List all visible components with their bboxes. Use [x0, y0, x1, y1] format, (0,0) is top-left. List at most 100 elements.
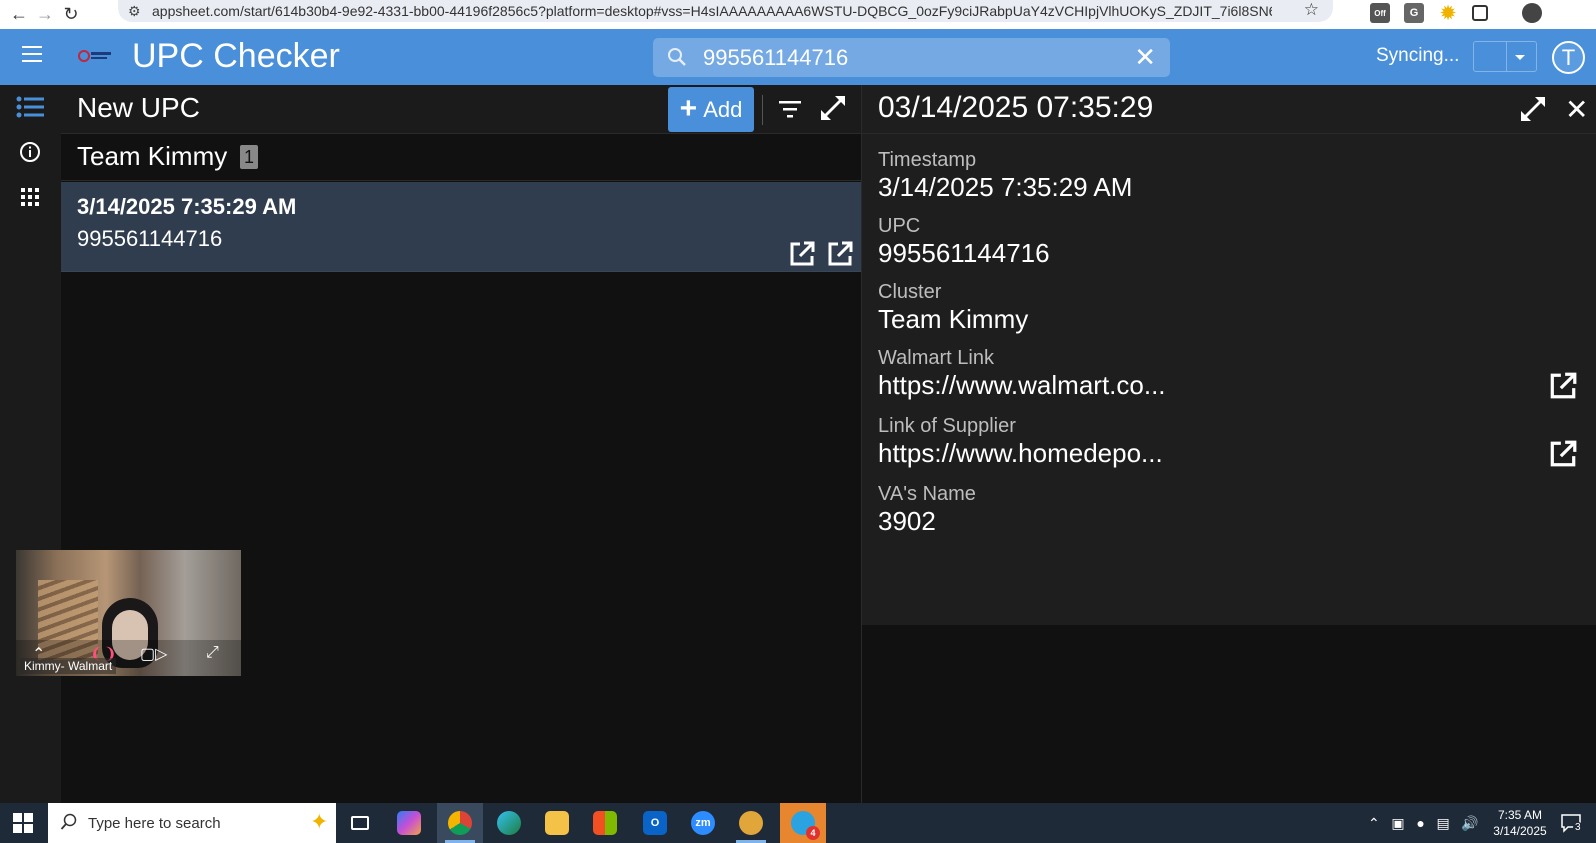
- file-explorer-icon[interactable]: [534, 803, 580, 843]
- rail-item-info[interactable]: [13, 135, 47, 169]
- add-button[interactable]: + Add: [668, 87, 754, 132]
- field-walmart-link[interactable]: Walmart Link https://www.walmart.co...: [878, 347, 1578, 401]
- list-panel: New UPC + Add Team Kimmy 1 3/14/2025 7:3…: [61, 85, 861, 803]
- network-icon[interactable]: ▤: [1436, 815, 1449, 831]
- field-value[interactable]: https://www.walmart.co...: [878, 369, 1578, 401]
- clock-date: 3/14/2025: [1493, 824, 1547, 838]
- field-label: Timestamp: [878, 149, 977, 171]
- group-count-badge: 1: [240, 145, 259, 169]
- row-timestamp: 3/14/2025 7:35:29 AM: [77, 194, 297, 219]
- search-icon: [668, 48, 686, 66]
- detail-card: 03/14/2025 07:35:29 ✕ Timestamp 3/14/202…: [862, 85, 1596, 625]
- group-title: Team Kimmy: [77, 141, 228, 171]
- zoom-icon[interactable]: zm: [680, 803, 726, 843]
- fullscreen-icon[interactable]: ⤢: [206, 644, 219, 662]
- copilot-sparkle-icon[interactable]: ✦: [310, 809, 328, 835]
- microsoft-store-icon[interactable]: [582, 803, 628, 843]
- field-supplier-link[interactable]: Link of Supplier https://www.homedepo...: [878, 415, 1578, 469]
- field-value: 3/14/2025 7:35:29 AM: [878, 172, 1133, 202]
- forward-arrow-icon[interactable]: →: [32, 0, 58, 29]
- field-label: Link of Supplier: [878, 415, 1016, 437]
- field-label: Cluster: [878, 281, 942, 303]
- filter-icon[interactable]: [778, 98, 802, 120]
- task-view-icon[interactable]: [337, 803, 383, 843]
- camera-icon[interactable]: ▢▷: [140, 644, 167, 664]
- field-label: UPC: [878, 215, 921, 237]
- open-supplier-link-icon[interactable]: [826, 240, 854, 268]
- list-item[interactable]: 3/14/2025 7:35:29 AM 995561144716: [61, 182, 861, 272]
- add-label: Add: [703, 96, 743, 122]
- field-value: Team Kimmy: [878, 304, 1029, 334]
- detail-panel: 03/14/2025 07:35:29 ✕ Timestamp 3/14/202…: [861, 85, 1596, 803]
- detail-header: 03/14/2025 07:35:29 ✕: [862, 85, 1596, 134]
- address-bar[interactable]: ⚙ appsheet.com/start/614b30b4-9e92-4331-…: [118, 0, 1333, 22]
- system-tray: ⌃ ▣ ● ▤ 🔊: [1368, 815, 1479, 832]
- row-upc: 995561144716: [77, 226, 223, 251]
- group-header[interactable]: Team Kimmy 1: [61, 134, 861, 181]
- rail-item-apps[interactable]: [13, 180, 47, 214]
- open-link-icon[interactable]: [1548, 371, 1578, 401]
- copilot-icon[interactable]: [386, 803, 432, 843]
- chevron-up-icon[interactable]: ⌃: [1368, 815, 1380, 831]
- open-link-icon[interactable]: [1548, 439, 1578, 469]
- edge-icon[interactable]: [486, 803, 532, 843]
- bookmark-star-icon[interactable]: ☆: [1304, 0, 1319, 20]
- field-timestamp: Timestamp 3/14/2025 7:35:29 AM: [878, 149, 1578, 203]
- expand-icon[interactable]: [819, 94, 847, 122]
- game-app-icon[interactable]: [728, 803, 774, 843]
- video-call-overlay[interactable]: ⌃ ❨❩ ▢▷ ⤢ Kimmy- Walmart: [16, 550, 241, 676]
- chevron-down-icon[interactable]: [1515, 55, 1525, 60]
- profile-avatar-icon[interactable]: [1522, 3, 1542, 23]
- outlook-icon[interactable]: O: [632, 803, 678, 843]
- extension-sun-icon[interactable]: ✹: [1438, 3, 1458, 23]
- notification-count: 3: [1573, 822, 1583, 833]
- clear-search-icon[interactable]: ✕: [1134, 42, 1156, 73]
- rail-item-list[interactable]: [13, 90, 47, 124]
- search-icon: [60, 813, 77, 830]
- telegram-badge: 4: [806, 826, 820, 840]
- expand-icon[interactable]: [1519, 95, 1547, 123]
- taskbar: Type here to search ✦ O zm 4 ⌃ ▣ ● ▤ 🔊 7…: [0, 803, 1596, 843]
- close-icon[interactable]: ✕: [1565, 93, 1588, 126]
- app-title: UPC Checker: [132, 37, 340, 75]
- participant-name: Kimmy- Walmart: [20, 658, 117, 674]
- windows-start-icon[interactable]: [13, 813, 33, 833]
- search-input[interactable]: 995561144716 ✕: [653, 38, 1170, 77]
- search-value: 995561144716: [703, 45, 849, 70]
- volume-icon[interactable]: 🔊: [1461, 815, 1478, 831]
- detail-title: 03/14/2025 07:35:29: [878, 91, 1154, 124]
- browser-toolbar: ← → ↻ ⚙ appsheet.com/start/614b30b4-9e92…: [0, 0, 1596, 29]
- field-label: VA's Name: [878, 483, 976, 505]
- microphone-icon[interactable]: ●: [1416, 815, 1424, 831]
- field-label: Walmart Link: [878, 347, 994, 369]
- user-avatar[interactable]: T: [1552, 41, 1585, 74]
- extension-g-icon[interactable]: G: [1404, 3, 1424, 23]
- sync-dropdown[interactable]: [1473, 41, 1537, 72]
- extension-off-icon[interactable]: Off: [1370, 3, 1390, 23]
- field-va-name: VA's Name 3902: [878, 483, 1578, 537]
- back-arrow-icon[interactable]: ←: [6, 0, 32, 29]
- plus-icon: +: [679, 91, 698, 125]
- field-value[interactable]: https://www.homedepo...: [878, 437, 1578, 469]
- grid-icon: [21, 188, 39, 206]
- taskbar-search-placeholder: Type here to search: [88, 815, 221, 832]
- chrome-icon[interactable]: [437, 803, 483, 843]
- extensions-puzzle-icon[interactable]: [1472, 5, 1488, 21]
- reload-icon[interactable]: ↻: [58, 0, 84, 29]
- field-cluster: Cluster Team Kimmy: [878, 281, 1578, 335]
- meet-now-icon[interactable]: ▣: [1391, 815, 1404, 831]
- list-title: New UPC: [77, 92, 200, 123]
- notification-center-icon[interactable]: 3: [1560, 813, 1583, 838]
- open-walmart-link-icon[interactable]: [788, 240, 816, 268]
- sync-status: Syncing...: [1376, 45, 1460, 66]
- site-settings-icon[interactable]: ⚙: [128, 3, 152, 20]
- clock-time: 7:35 AM: [1497, 808, 1543, 822]
- taskbar-search-input[interactable]: Type here to search ✦: [48, 803, 336, 843]
- field-value: 995561144716: [878, 238, 1050, 268]
- app-header: UPC Checker 995561144716 ✕ Syncing... T: [0, 29, 1596, 85]
- telegram-icon[interactable]: 4: [780, 803, 826, 843]
- field-value: 3902: [878, 506, 936, 536]
- menu-icon[interactable]: [22, 46, 42, 68]
- system-clock[interactable]: 7:35 AM 3/14/2025: [1488, 807, 1552, 839]
- field-upc: UPC 995561144716: [878, 215, 1578, 269]
